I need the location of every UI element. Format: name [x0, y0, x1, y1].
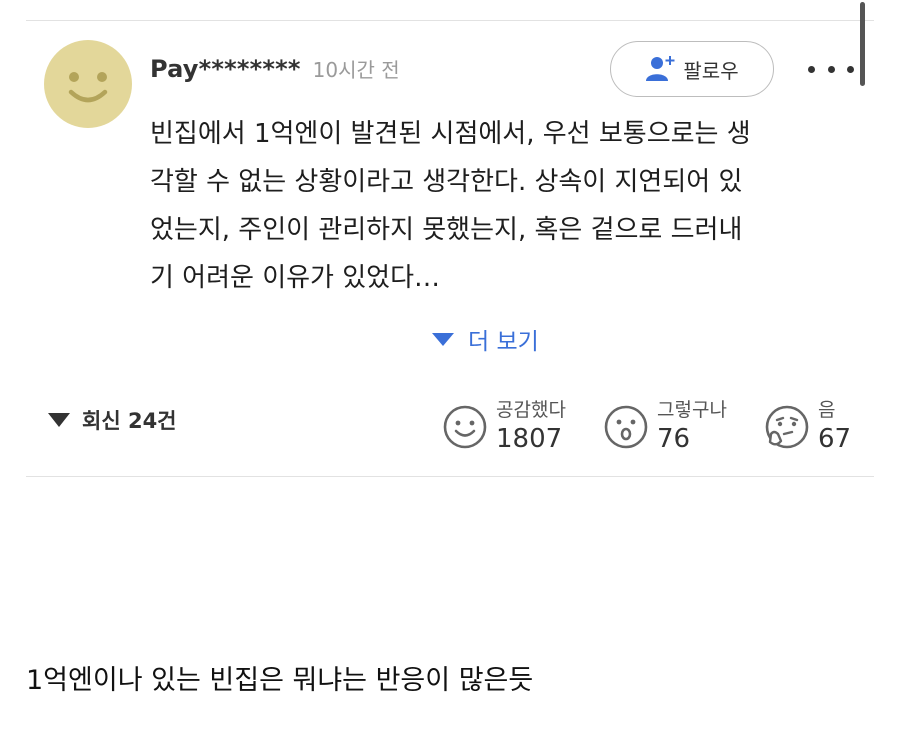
comment-text: 빈집에서 1억엔이 발견된 시점에서, 우선 보통으로는 생 각할 수 없는 상… — [150, 119, 751, 293]
scrollbar[interactable] — [860, 2, 865, 86]
follow-button[interactable]: 팔로우 — [610, 41, 774, 97]
caret-down-icon — [48, 413, 70, 427]
dot — [847, 65, 854, 73]
bottom-divider — [26, 476, 874, 477]
reaction-thinking-button[interactable]: 음 67 — [764, 392, 851, 462]
comment-meta: Pay******** 10시간 전 — [150, 54, 400, 83]
dot — [827, 65, 835, 73]
show-more-button[interactable]: 더 보기 — [432, 322, 539, 356]
more-dots-icon[interactable] — [808, 54, 854, 84]
reaction-empathy-button[interactable]: 공감했다 1807 — [442, 392, 566, 462]
reaction-label: 공감했다 — [496, 399, 566, 421]
caret-down-icon — [432, 332, 454, 346]
top-divider — [26, 20, 874, 21]
replies-label: 회신 24건 — [82, 409, 177, 433]
reaction-label: 음 — [818, 399, 836, 421]
replies-toggle[interactable]: 회신 24건 — [48, 405, 177, 435]
reaction-count: 1807 — [496, 424, 563, 454]
user-avatar[interactable] — [44, 40, 132, 128]
add-user-icon — [646, 56, 675, 81]
show-more-label: 더 보기 — [468, 329, 539, 355]
username[interactable]: Pay******** — [150, 55, 301, 83]
surprised-icon — [604, 405, 648, 449]
smile-icon — [443, 405, 487, 449]
dot — [808, 65, 815, 73]
reaction-count: 76 — [657, 424, 691, 454]
follow-label: 팔로우 — [683, 58, 739, 83]
caption-text: 1억엔이나 있는 빈집은 뭐냐는 반응이 많은듯 — [26, 665, 534, 696]
post-time: 10시간 전 — [312, 58, 400, 82]
smiley-face-avatar-icon — [44, 40, 132, 128]
reaction-surprised-button[interactable]: 그렇구나 76 — [603, 392, 727, 462]
reaction-label: 그렇구나 — [657, 399, 727, 421]
reaction-count: 67 — [818, 424, 852, 454]
thinking-icon — [765, 405, 809, 449]
